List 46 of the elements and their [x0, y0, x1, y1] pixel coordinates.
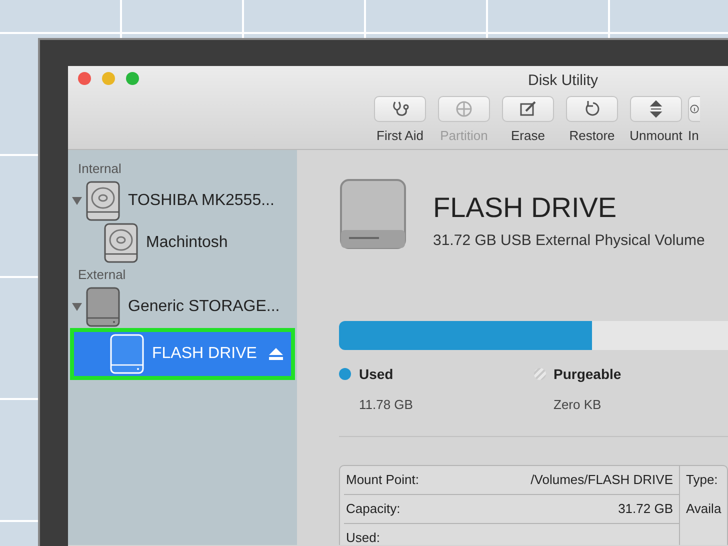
legend-label: Used: [359, 364, 394, 384]
pencil-icon: [518, 99, 538, 119]
legend-value: Zero KB: [554, 396, 602, 414]
pie-icon: [454, 99, 474, 119]
toolbar-label: Unmount: [630, 127, 682, 145]
striped-dot: [534, 368, 546, 380]
item-label: FLASH DRIVE: [152, 344, 257, 364]
sidebar-item[interactable]: Generic STORAGE...: [68, 286, 297, 328]
toolbar-label: Erase: [511, 127, 545, 145]
drive-icon: [86, 287, 120, 327]
sidebar-item[interactable]: Machintosh: [68, 222, 297, 264]
eject-icon[interactable]: [269, 348, 283, 360]
volume-description: 31.72 GB USB External Physical Volume: [433, 231, 705, 251]
disclosure-triangle-icon: [72, 302, 82, 312]
toolbar-label: Partition: [440, 127, 488, 145]
info-value: /Volumes/FLASH DRIVE: [530, 470, 673, 489]
info-label: Mount Point:: [346, 470, 419, 489]
window-title: Disk Utility: [528, 72, 598, 89]
item-label: TOSHIBA MK2555...: [128, 191, 274, 211]
info-label: Capacity:: [346, 500, 400, 518]
section-heading: External: [77, 266, 127, 284]
toolbar-button[interactable]: [688, 96, 700, 122]
info-label: Used:: [346, 528, 380, 545]
section-heading: Internal: [77, 160, 122, 178]
item-label: Machintosh: [146, 233, 228, 253]
toolbar-label: First Aid: [376, 127, 424, 145]
toolbar-button[interactable]: [502, 96, 554, 122]
legend-value: 11.78 GB: [359, 396, 414, 414]
sidebar-item[interactable]: FLASH DRIVE: [70, 328, 295, 380]
info-label: Type:: [685, 471, 718, 490]
legend-label: Purgeable: [554, 364, 622, 384]
close-button[interactable]: [78, 72, 91, 85]
toolbar-label: Restore: [569, 127, 615, 145]
drive-icon: [110, 334, 144, 374]
disclosure-triangle-icon: [72, 196, 82, 206]
toolbar-button[interactable]: [566, 96, 618, 122]
toolbar-label: In: [688, 127, 699, 145]
stethoscope-icon: [390, 99, 410, 119]
info-label: Availa: [685, 500, 722, 518]
sidebar-item[interactable]: TOSHIBA MK2555...: [68, 180, 297, 222]
toolbar-button[interactable]: [374, 96, 426, 122]
volume-name: FLASH DRIVE: [433, 194, 618, 222]
drive-icon: [339, 178, 407, 250]
info-value: 31.72 GB: [618, 500, 673, 518]
item-label: Generic STORAGE...: [128, 297, 280, 317]
toolbar-button[interactable]: [630, 96, 682, 122]
